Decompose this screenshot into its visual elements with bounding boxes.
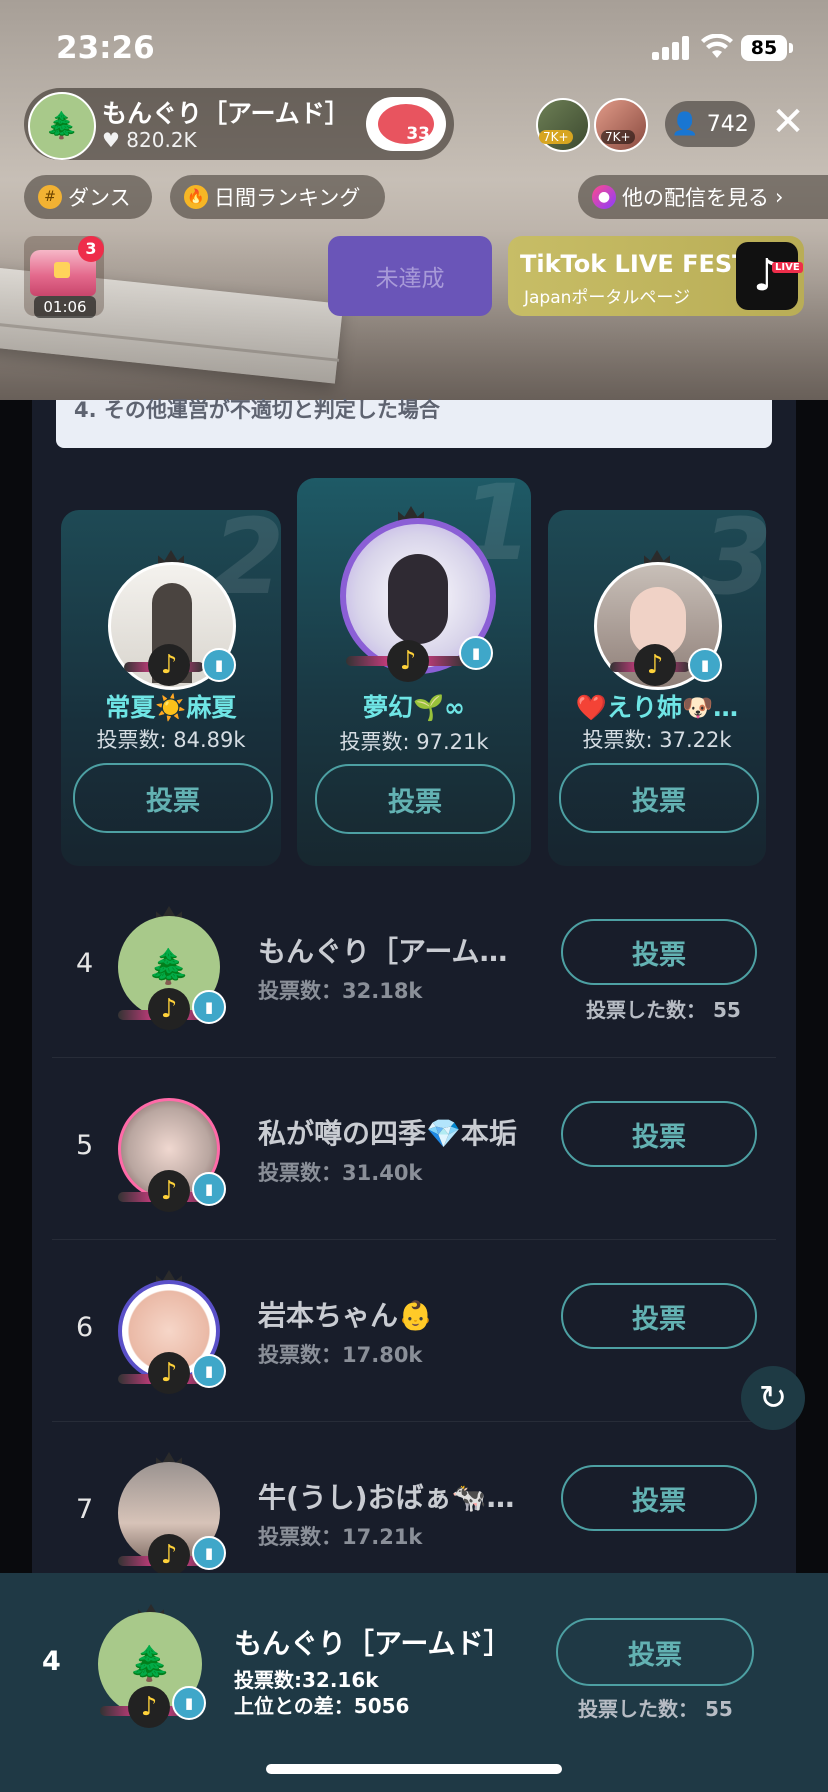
stats-icon: ▮ xyxy=(459,636,493,670)
my-rank: 4 xyxy=(42,1646,61,1677)
chevron-right-icon: › xyxy=(775,185,784,209)
my-voted-count: 投票した数： 55 xyxy=(578,1697,733,1721)
voted-count: 投票した数： 55 xyxy=(586,998,741,1022)
home-indicator[interactable] xyxy=(266,1764,562,1774)
tiktok-badge-icon: ♪ xyxy=(148,1170,190,1212)
host-name: もんぐり［アームド］ xyxy=(102,99,350,128)
chest-lock-icon xyxy=(54,262,70,278)
row-divider xyxy=(52,1421,776,1422)
my-vote-button[interactable]: 投票 xyxy=(556,1618,754,1686)
viewer-count-button[interactable]: 👤 742 xyxy=(665,101,755,147)
banner-title: TikTok LIVE FEST xyxy=(520,250,749,278)
row-rank: 5 xyxy=(76,1130,94,1161)
treasure-timer: 01:06 xyxy=(34,296,96,318)
person-icon: 👤 xyxy=(671,111,699,137)
row-votes: 投票数：31.40k xyxy=(258,1161,423,1185)
vote-button-rank-2[interactable]: 投票 xyxy=(73,763,273,833)
podium-name-3: ❤️えり姉🐶… xyxy=(575,693,739,722)
status-time: 23:26 xyxy=(56,30,155,66)
vote-button-rank-1[interactable]: 投票 xyxy=(315,764,515,834)
refresh-icon: ↻ xyxy=(758,1378,788,1418)
planet-icon: ● xyxy=(592,185,616,209)
fan-club-badge-button[interactable]: 33 xyxy=(366,97,446,151)
stats-icon: ▮ xyxy=(192,1536,226,1570)
hashtag-icon: # xyxy=(38,185,62,209)
wifi-icon xyxy=(701,34,733,58)
close-icon: ✕ xyxy=(771,99,805,145)
dance-chip-label: ダンス xyxy=(68,186,131,210)
row-rank: 4 xyxy=(76,948,94,979)
podium-votes-1: 投票数: 97.21k xyxy=(339,730,489,754)
stats-icon: ▮ xyxy=(192,1172,226,1206)
vote-button-rank-3[interactable]: 投票 xyxy=(559,763,759,833)
row-divider xyxy=(52,1239,776,1240)
tiktok-badge-icon: ♪ xyxy=(387,640,429,682)
see-other-streams-chip[interactable]: ● 他の配信を見る › xyxy=(578,175,828,219)
stats-icon: ▮ xyxy=(202,648,236,682)
row-rank: 6 xyxy=(76,1312,94,1343)
dance-hashtag-chip[interactable]: # ダンス xyxy=(24,175,152,219)
row-votes: 投票数：32.18k xyxy=(258,979,423,1003)
viewer-count: 742 xyxy=(706,111,749,137)
row-name: もんぐり［アーム… xyxy=(258,935,508,968)
stats-icon: ▮ xyxy=(172,1686,206,1720)
stats-icon: ▮ xyxy=(192,990,226,1024)
battery-tip xyxy=(789,43,793,53)
my-name: もんぐり［アームド］ xyxy=(234,1627,512,1660)
treasure-count-badge: 3 xyxy=(78,236,104,262)
host-avatar[interactable]: 🌲 xyxy=(28,92,96,160)
vote-button-rank-6[interactable]: 投票 xyxy=(561,1283,757,1349)
host-likes: ♥ 820.2K xyxy=(102,128,197,152)
podium-votes-2: 投票数: 84.89k xyxy=(96,728,246,752)
cellular-signal-icon xyxy=(652,36,692,60)
row-name: 私が噂の四季💎本垢 xyxy=(258,1117,517,1150)
tiktok-badge-icon: ♪ xyxy=(148,1352,190,1394)
ranking-chip-label: 日間ランキング xyxy=(214,186,361,210)
podium-votes-3: 投票数: 37.22k xyxy=(582,728,732,752)
tiktok-badge-icon: ♪ xyxy=(128,1686,170,1728)
daily-ranking-chip[interactable]: 🔥 日間ランキング xyxy=(170,175,385,219)
flame-icon: 🔥 xyxy=(184,185,208,209)
live-tag: LIVE xyxy=(772,262,803,273)
row-divider xyxy=(52,1057,776,1058)
battery-icon: 85 xyxy=(741,35,787,61)
tiktok-logo-icon: ♪ xyxy=(736,242,798,310)
my-votes: 投票数:32.16k xyxy=(234,1668,379,1692)
tiktok-badge-icon: ♪ xyxy=(148,644,190,686)
row-name: 牛(うし)おばぁ🐄… xyxy=(258,1481,515,1514)
row-votes: 投票数：17.80k xyxy=(258,1343,423,1367)
heart-icon: ♥ xyxy=(102,128,120,152)
close-button[interactable]: ✕ xyxy=(766,100,810,144)
refresh-button[interactable]: ↻ xyxy=(741,1366,805,1430)
gap-to-above: 上位との差：5056 xyxy=(234,1694,410,1718)
other-streams-label: 他の配信を見る xyxy=(622,186,769,210)
tiktok-badge-icon: ♪ xyxy=(634,644,676,686)
vote-button-rank-4[interactable]: 投票 xyxy=(561,919,757,985)
row-rank: 7 xyxy=(76,1494,94,1525)
goal-status-button[interactable]: 未達成 xyxy=(328,236,492,316)
podium-name-2: 常夏☀️麻夏 xyxy=(105,693,237,722)
row-name: 岩本ちゃん👶 xyxy=(258,1299,433,1332)
tiktok-badge-icon: ♪ xyxy=(148,1534,190,1576)
banner-subtitle: Japanポータルページ xyxy=(524,288,691,308)
top-gifter-tag-2: 7K+ xyxy=(601,130,635,144)
stats-icon: ▮ xyxy=(192,1354,226,1388)
heart-level-badge: 33 xyxy=(378,104,434,144)
row-votes: 投票数：17.21k xyxy=(258,1525,423,1549)
top-gifter-tag-1: 7K+ xyxy=(539,130,573,144)
rules-line: 4. その他運営が不適切と判定した場合 xyxy=(74,398,440,422)
host-likes-count: 820.2K xyxy=(126,128,197,152)
vote-button-rank-5[interactable]: 投票 xyxy=(561,1101,757,1167)
podium-name-1: 夢幻🌱∞ xyxy=(363,693,465,722)
vote-button-rank-7[interactable]: 投票 xyxy=(561,1465,757,1531)
tiktok-badge-icon: ♪ xyxy=(148,988,190,1030)
stats-icon: ▮ xyxy=(688,648,722,682)
